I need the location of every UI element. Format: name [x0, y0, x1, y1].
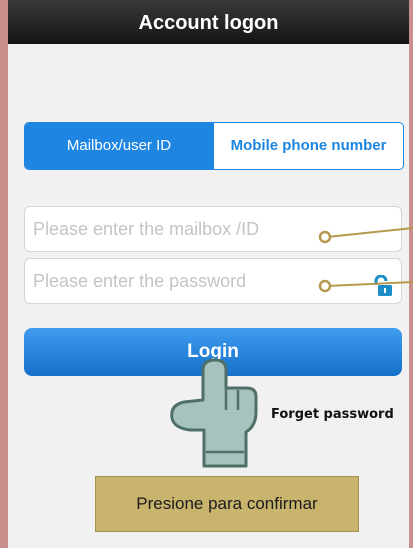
- password-field[interactable]: [24, 258, 402, 304]
- login-method-tabs: Mailbox/user ID Mobile phone number: [24, 122, 404, 170]
- login-button[interactable]: Login: [24, 328, 402, 376]
- forget-password-link[interactable]: Forget password: [271, 407, 394, 422]
- tab-mailbox-user-id[interactable]: Mailbox/user ID: [25, 123, 213, 169]
- unlock-icon[interactable]: [372, 275, 394, 297]
- id-field[interactable]: [24, 206, 402, 252]
- login-screen: Account logon Mailbox/user ID Mobile pho…: [8, 0, 409, 548]
- id-input[interactable]: [33, 211, 363, 247]
- confirm-callout: Presione para confirmar: [95, 476, 359, 532]
- title-bar: Account logon: [8, 0, 409, 44]
- password-input[interactable]: [33, 263, 363, 299]
- tab-mobile-phone-number[interactable]: Mobile phone number: [213, 123, 403, 169]
- page-title: Account logon: [138, 12, 279, 34]
